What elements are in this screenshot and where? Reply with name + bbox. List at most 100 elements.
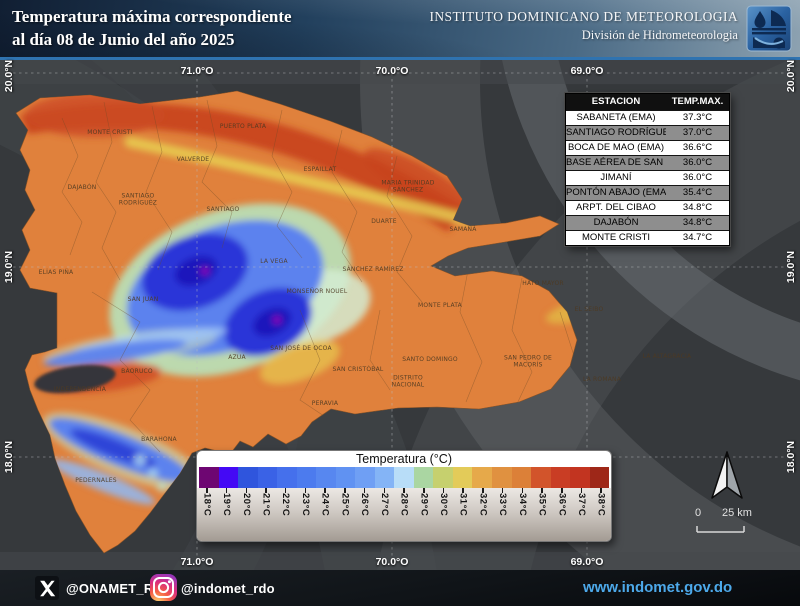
scale-bar-zero: 0 bbox=[695, 507, 701, 519]
website-link[interactable]: www.indomet.gov.do bbox=[583, 579, 732, 596]
station-temp: 37.3°C bbox=[666, 111, 729, 125]
division-name: División de Hidrometeorologia bbox=[430, 28, 739, 43]
legend-color-ramp bbox=[199, 467, 609, 488]
station-row: PONTÓN ABAJO (EMA)35.4°C bbox=[566, 185, 729, 200]
table-header-tempmax: TEMP.MAX. bbox=[666, 94, 729, 110]
lon-label-top-70: 70.0°O bbox=[376, 65, 409, 77]
legend-swatch bbox=[297, 467, 317, 488]
table-header-station: ESTACION bbox=[566, 94, 666, 110]
lon-label-bottom-69: 69.0°O bbox=[571, 556, 604, 568]
instagram-handle[interactable]: @indomet_rdo bbox=[181, 581, 275, 596]
legend-label: 20°C bbox=[236, 488, 256, 541]
legend-label: 19°C bbox=[217, 488, 237, 541]
page-title-line1: Temperatura máxima correspondiente bbox=[12, 5, 292, 28]
legend-swatch bbox=[238, 467, 258, 488]
indomet-logo-icon bbox=[746, 5, 792, 52]
station-name: DAJABÓN bbox=[566, 216, 666, 230]
station-name: PONTÓN ABAJO (EMA) bbox=[566, 186, 666, 200]
legend-label: 31°C bbox=[453, 488, 473, 541]
lon-label-top-71: 71.0°O bbox=[181, 65, 214, 77]
station-temp: 34.7°C bbox=[666, 231, 729, 245]
legend-swatch bbox=[590, 467, 610, 488]
legend-label: 18°C bbox=[197, 488, 217, 541]
station-row: BASE AÉREA DE SAN ISIDRO36.0°C bbox=[566, 155, 729, 170]
legend-label: 37°C bbox=[572, 488, 592, 541]
legend-swatch bbox=[219, 467, 239, 488]
legend-label: 22°C bbox=[276, 488, 296, 541]
legend-label: 28°C bbox=[394, 488, 414, 541]
lat-label-left-19: 19.0°N bbox=[3, 251, 15, 283]
legend-label: 30°C bbox=[434, 488, 454, 541]
legend-swatch bbox=[512, 467, 532, 488]
station-temp: 37.0°C bbox=[666, 126, 729, 140]
legend-label: 35°C bbox=[532, 488, 552, 541]
legend-swatch bbox=[551, 467, 571, 488]
station-temp: 36.6°C bbox=[666, 141, 729, 155]
page-title: Temperatura máxima correspondiente al dí… bbox=[12, 5, 292, 51]
station-name: SANTIAGO RODRÍGUEZ bbox=[566, 126, 666, 140]
lat-label-right-19: 19.0°N bbox=[785, 251, 797, 283]
station-temp: 34.8°C bbox=[666, 201, 729, 215]
legend-label: 32°C bbox=[473, 488, 493, 541]
station-name: BOCA DE MAO (EMA) bbox=[566, 141, 666, 155]
legend-label: 33°C bbox=[493, 488, 513, 541]
legend-label: 23°C bbox=[296, 488, 316, 541]
station-name: ARPT. DEL CIBAO bbox=[566, 201, 666, 215]
station-row: SABANETA (EMA)37.3°C bbox=[566, 110, 729, 125]
legend-swatch bbox=[316, 467, 336, 488]
lat-label-left-20: 20.0°N bbox=[3, 60, 15, 92]
station-temp: 36.0°C bbox=[666, 171, 729, 185]
legend-swatch bbox=[277, 467, 297, 488]
station-row: MONTE CRISTI34.7°C bbox=[566, 230, 729, 245]
legend-label: 27°C bbox=[374, 488, 394, 541]
legend-tick-labels: 18°C19°C20°C21°C22°C23°C24°C25°C26°C27°C… bbox=[197, 488, 611, 541]
legend-swatch bbox=[355, 467, 375, 488]
page-title-line2: al día 08 de Junio del año 2025 bbox=[12, 28, 292, 51]
weather-map-page: Temperatura máxima correspondiente al dí… bbox=[0, 0, 800, 606]
legend-swatch bbox=[375, 467, 395, 488]
station-temp: 35.4°C bbox=[666, 186, 729, 200]
legend-label: 24°C bbox=[315, 488, 335, 541]
temperature-legend: Temperatura (°C) 18°C19°C20°C21°C22°C23°… bbox=[196, 450, 612, 542]
station-name: JIMANÍ bbox=[566, 171, 666, 185]
legend-label: 25°C bbox=[335, 488, 355, 541]
station-row: SANTIAGO RODRÍGUEZ37.0°C bbox=[566, 125, 729, 140]
legend-label: 36°C bbox=[552, 488, 572, 541]
table-body: SABANETA (EMA)37.3°CSANTIAGO RODRÍGUEZ37… bbox=[566, 110, 729, 245]
legend-swatch bbox=[492, 467, 512, 488]
station-row: BOCA DE MAO (EMA)36.6°C bbox=[566, 140, 729, 155]
station-temperature-table: ESTACION TEMP.MAX. SABANETA (EMA)37.3°CS… bbox=[565, 93, 730, 246]
legend-label: 26°C bbox=[355, 488, 375, 541]
legend-swatch bbox=[199, 467, 219, 488]
institute-block: INSTITUTO DOMINICANO DE METEOROLOGIA Div… bbox=[430, 9, 739, 43]
lon-label-top-69: 69.0°O bbox=[571, 65, 604, 77]
map-area: 0 25 km 71.0°O 70.0°O 69.0°O 71.0°O 70.0… bbox=[0, 60, 800, 570]
station-name: BASE AÉREA DE SAN ISIDRO bbox=[566, 156, 666, 170]
legend-swatch bbox=[394, 467, 414, 488]
legend-swatch bbox=[336, 467, 356, 488]
legend-label: 38°C bbox=[591, 488, 611, 541]
legend-swatch bbox=[414, 467, 434, 488]
legend-title: Temperatura (°C) bbox=[197, 451, 611, 467]
header-bar: Temperatura máxima correspondiente al dí… bbox=[0, 0, 800, 60]
legend-label: 34°C bbox=[513, 488, 533, 541]
lat-label-left-18: 18.0°N bbox=[3, 441, 15, 473]
station-temp: 36.0°C bbox=[666, 156, 729, 170]
lon-label-bottom-71: 71.0°O bbox=[181, 556, 214, 568]
legend-swatch bbox=[453, 467, 473, 488]
legend-label: 29°C bbox=[414, 488, 434, 541]
legend-swatch bbox=[531, 467, 551, 488]
lat-label-right-20: 20.0°N bbox=[785, 60, 797, 92]
table-header-row: ESTACION TEMP.MAX. bbox=[566, 94, 729, 110]
station-row: DAJABÓN34.8°C bbox=[566, 215, 729, 230]
legend-label: 21°C bbox=[256, 488, 276, 541]
station-row: JIMANÍ36.0°C bbox=[566, 170, 729, 185]
legend-swatch bbox=[570, 467, 590, 488]
institute-name: INSTITUTO DOMINICANO DE METEOROLOGIA bbox=[430, 9, 739, 25]
footer-bar: @ONAMET_RDO @indomet_rdo www.indomet.gov… bbox=[0, 570, 800, 606]
instagram-icon bbox=[150, 574, 177, 601]
legend-swatch bbox=[472, 467, 492, 488]
scale-bar-distance: 25 km bbox=[722, 507, 752, 519]
station-temp: 34.8°C bbox=[666, 216, 729, 230]
legend-swatch bbox=[258, 467, 278, 488]
